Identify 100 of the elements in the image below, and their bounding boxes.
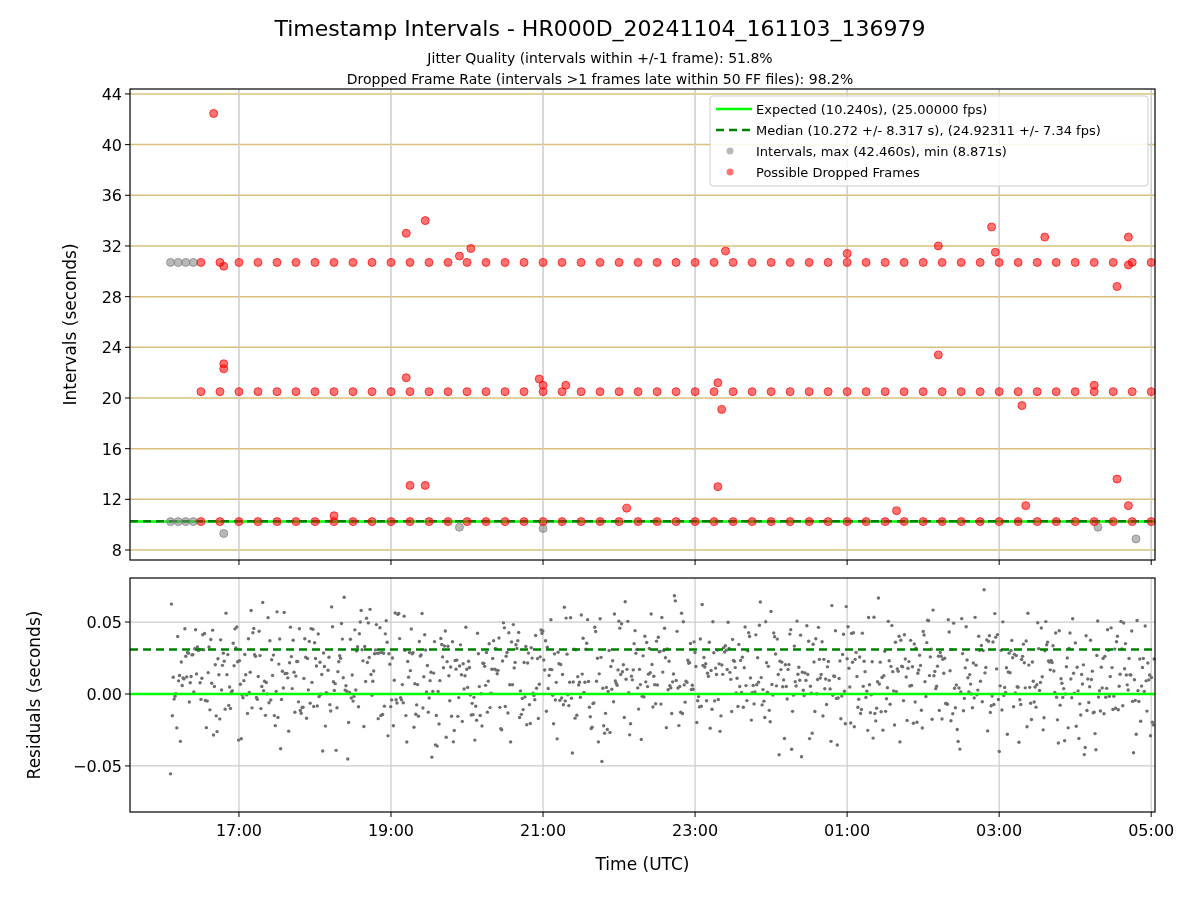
data-point [713,482,723,492]
data-point [538,523,548,533]
data-point [576,387,586,397]
data-point [1146,517,1156,527]
data-point [1108,387,1118,397]
data-point [348,517,358,527]
data-point [614,257,624,267]
data-point [576,517,586,527]
data-point [500,387,510,397]
data-point [1040,232,1050,242]
data-point [766,257,776,267]
data-point [933,350,943,360]
chart-title: Timestamp Intervals - HR000D_20241104_161103_136979 [274,16,926,41]
data-point [310,257,320,267]
data-point [534,374,544,384]
data-point [443,517,453,527]
data-point [454,251,464,261]
data-point [219,261,229,271]
data-point [1123,260,1133,270]
data-point [443,387,453,397]
data-point [538,517,548,527]
data-point [196,257,206,267]
data-point [892,506,902,516]
data-point [253,517,263,527]
data-point [899,387,909,397]
data-point [804,387,814,397]
legend-marker [726,168,734,176]
data-point [1093,522,1103,532]
data-point [348,257,358,267]
data-point [933,241,943,251]
data-point [709,387,719,397]
data-point [1112,474,1122,484]
data-point [481,257,491,267]
x-tick-label: 23:00 [672,821,719,840]
data-point [842,257,852,267]
data-point [899,257,909,267]
data-point [329,511,339,521]
y-tick-label: 0.00 [86,685,122,704]
data-point [937,517,947,527]
data-point [538,257,548,267]
data-point [215,387,225,397]
data-point [519,517,529,527]
data-point [994,257,1004,267]
data-point [310,517,320,527]
y-tick-label: 16 [101,439,122,459]
data-point [717,404,727,414]
data-point [420,480,430,490]
data-point [633,257,643,267]
data-point [785,387,795,397]
data-point [291,517,301,527]
data-point [401,373,411,383]
data-point [401,228,411,238]
data-point [880,517,890,527]
data-point [166,517,176,527]
data-point [424,257,434,267]
legend-label: Possible Dropped Frames [756,165,920,180]
y-tick-label: 8 [111,541,122,560]
data-point [918,517,928,527]
data-point [987,222,997,232]
data-point [196,387,206,397]
x-tick-label: 01:00 [824,821,871,840]
y-tick-label: 40 [101,135,122,155]
data-point [462,517,472,527]
data-point [272,387,282,397]
x-tick-label: 03:00 [976,821,1023,840]
data-point [595,517,605,527]
data-point [181,517,191,527]
x-tick-label: 21:00 [520,821,567,840]
data-point [1131,534,1141,544]
data-point [1070,387,1080,397]
y-tick-label: 36 [101,186,122,206]
data-point [538,380,548,390]
data-point [937,387,947,397]
x-axis-label: Time (UTC) [595,854,690,874]
data-point [747,517,757,527]
data-point [1108,257,1118,267]
data-point [215,517,225,527]
data-point [595,387,605,397]
data-point [1127,257,1137,267]
data-point [721,246,730,256]
data-point [466,244,476,253]
data-point [614,387,624,397]
data-point [709,517,719,527]
data-point [713,378,723,388]
data-point [405,387,415,397]
data-point [990,247,1000,257]
data-point [1146,257,1156,267]
data-point [538,387,548,397]
data-point [614,517,624,527]
data-point [1021,501,1031,511]
data-point [234,257,244,267]
data-point [291,257,301,267]
data-point [219,359,229,369]
x-tick-label: 19:00 [367,821,415,840]
data-point [405,517,415,527]
data-point [747,387,757,397]
data-point [196,517,206,527]
data-point [823,517,833,527]
data-point [728,517,738,527]
data-point [652,517,662,527]
